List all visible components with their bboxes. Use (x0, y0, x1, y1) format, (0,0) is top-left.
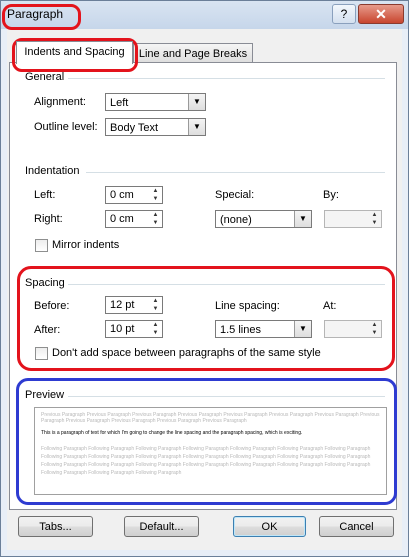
outline-level-select[interactable]: Body Text ▼ (105, 118, 206, 136)
indentation-group-title: Indentation (25, 165, 80, 177)
general-divider (68, 78, 385, 79)
tab-indents-and-spacing[interactable]: Indents and Spacing (16, 41, 133, 64)
tabs-button[interactable]: Tabs... (18, 516, 93, 537)
cancel-button[interactable]: Cancel (319, 516, 394, 537)
chevron-down-icon: ▼ (188, 119, 205, 135)
special-label: Special: (215, 189, 255, 201)
left-indent-value: 0 cm (110, 189, 134, 201)
by-spinner[interactable]: ▲ ▼ (324, 210, 382, 228)
spin-up-icon[interactable]: ▲ (149, 211, 162, 219)
paragraph-dialog: Paragraph ? ✕ Indents and Spacing Line a… (0, 0, 409, 557)
left-indent-label: Left: (34, 189, 56, 201)
spin-up-icon[interactable]: ▲ (149, 187, 162, 195)
ok-button[interactable]: OK (233, 516, 306, 537)
indentation-divider (86, 172, 385, 173)
alignment-value: Left (110, 97, 129, 109)
right-indent-spinner[interactable]: 0 cm ▲ ▼ (105, 210, 163, 228)
by-label: By: (323, 189, 339, 201)
special-value: (none) (220, 214, 252, 226)
outline-level-label: Outline level: (34, 121, 98, 133)
tab-line-and-page-breaks[interactable]: Line and Page Breaks (133, 43, 253, 64)
spacing-highlight-outline (17, 266, 395, 371)
alignment-select[interactable]: Left ▼ (105, 93, 206, 111)
title-highlight-outline (2, 4, 81, 30)
spin-up-icon[interactable]: ▲ (368, 211, 381, 219)
help-button[interactable]: ? (332, 4, 356, 24)
right-indent-label: Right: (34, 213, 63, 225)
right-indent-value: 0 cm (110, 213, 134, 225)
default-button[interactable]: Default... (124, 516, 199, 537)
chevron-down-icon: ▼ (294, 211, 311, 227)
mirror-indents-label: Mirror indents (52, 239, 120, 251)
preview-highlight-outline (16, 378, 397, 505)
spin-down-icon[interactable]: ▼ (149, 219, 162, 227)
chevron-down-icon: ▼ (188, 94, 205, 110)
mirror-indents-checkbox[interactable] (35, 239, 48, 252)
close-button[interactable]: ✕ (358, 4, 404, 24)
alignment-label: Alignment: (34, 96, 86, 108)
special-select[interactable]: (none) ▼ (215, 210, 312, 228)
spin-down-icon[interactable]: ▼ (149, 195, 162, 203)
outline-level-value: Body Text (110, 122, 159, 134)
left-indent-spinner[interactable]: 0 cm ▲ ▼ (105, 186, 163, 204)
spin-down-icon[interactable]: ▼ (368, 219, 381, 227)
general-group-title: General (25, 71, 65, 83)
